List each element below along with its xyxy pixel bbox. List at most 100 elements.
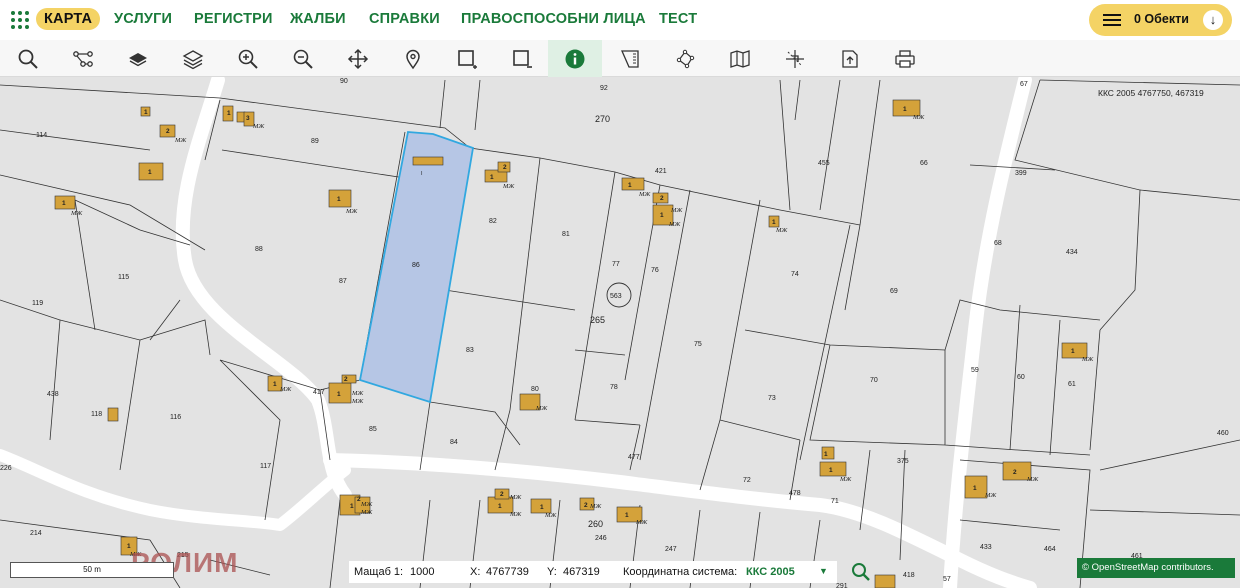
svg-text:2: 2 (1013, 469, 1017, 476)
map-icon (730, 49, 750, 68)
location-button[interactable] (386, 40, 440, 77)
svg-text:1: 1 (62, 200, 66, 207)
print-button[interactable] (878, 40, 932, 77)
svg-text:291: 291 (836, 583, 848, 588)
svg-text:75: 75 (694, 341, 702, 348)
map-attribution[interactable]: © OpenStreetMap contributors. (1077, 558, 1235, 578)
svg-text:81: 81 (562, 231, 570, 238)
svg-text:460: 460 (1217, 430, 1229, 437)
arrow-down-icon[interactable]: ↓ (1203, 10, 1223, 30)
chevron-down-icon[interactable]: ▼ (819, 566, 828, 576)
svg-text:464: 464 (1044, 546, 1056, 553)
svg-text:1: 1 (973, 485, 977, 492)
pan-button[interactable] (331, 40, 385, 77)
apps-grid-icon[interactable] (9, 9, 31, 31)
svg-text:60: 60 (1017, 374, 1025, 381)
nav-services[interactable]: УСЛУГИ (114, 11, 172, 27)
rectangle-add-button[interactable] (440, 40, 494, 77)
svg-text:1: 1 (1071, 348, 1075, 355)
nav-map[interactable]: КАРТА (36, 8, 101, 30)
svg-text:1: 1 (625, 512, 629, 519)
svg-text:МЖ: МЖ (509, 494, 522, 501)
svg-text:МЖ: МЖ (775, 227, 788, 234)
svg-text:2: 2 (344, 376, 348, 383)
svg-text:76: 76 (651, 267, 659, 274)
scale-value[interactable]: 1000 (410, 566, 434, 578)
print-icon (895, 49, 915, 68)
coordinate-button[interactable] (768, 40, 822, 77)
svg-text:71: 71 (831, 498, 839, 505)
layers-tool-button[interactable] (166, 40, 220, 77)
svg-text:МЖ: МЖ (345, 208, 358, 215)
nav-test[interactable]: ТЕСТ (659, 11, 697, 27)
svg-text:246: 246 (595, 535, 607, 542)
zoom-out-button[interactable] (276, 40, 330, 77)
svg-text:3: 3 (246, 115, 250, 122)
map-search-button[interactable] (851, 562, 871, 582)
objects-button[interactable]: 0 Обекти ↓ (1089, 4, 1232, 36)
route-tool-button[interactable] (56, 40, 110, 77)
svg-text:477: 477 (628, 454, 640, 461)
svg-text:1: 1 (903, 106, 907, 113)
measure-button[interactable] (603, 40, 657, 77)
rectangle-remove-button[interactable] (495, 40, 549, 77)
map-button[interactable] (713, 40, 767, 77)
svg-text:2: 2 (166, 128, 170, 135)
svg-text:88: 88 (255, 246, 263, 253)
x-label: X: (470, 566, 481, 578)
nav-complaints[interactable]: ЖАЛБИ (290, 11, 346, 27)
nav-registers[interactable]: РЕГИСТРИ (194, 11, 273, 27)
svg-text:МЖ: МЖ (360, 501, 373, 508)
zoom-in-icon (238, 49, 258, 69)
svg-text:1: 1 (350, 503, 354, 510)
svg-text:МЖ: МЖ (252, 123, 265, 130)
nav-licensed-persons[interactable]: ПРАВОСПОСОБНИ ЛИЦА (461, 11, 646, 27)
map-toolbar (0, 40, 1240, 77)
export-button[interactable] (823, 40, 877, 77)
svg-text:1: 1 (490, 174, 494, 181)
x-value: 4767739 (486, 566, 529, 578)
svg-text:МЖ: МЖ (984, 492, 997, 499)
svg-text:69: 69 (890, 288, 898, 295)
svg-text:117: 117 (260, 463, 271, 470)
coordinate-icon (786, 49, 804, 68)
layer-tool-button[interactable] (111, 40, 165, 77)
nav-references[interactable]: СПРАВКИ (369, 11, 440, 27)
svg-text:1: 1 (660, 212, 664, 219)
svg-text:57: 57 (943, 576, 951, 583)
layers-icon (182, 49, 204, 69)
zoom-in-button[interactable] (221, 40, 275, 77)
svg-text:2: 2 (584, 502, 588, 509)
scale-bar: 50 m (10, 562, 174, 578)
crs-readout: ККС 2005 4767750, 467319 (1098, 88, 1204, 98)
info-button[interactable] (548, 40, 602, 77)
svg-text:МЖ: МЖ (70, 210, 83, 217)
svg-text:85: 85 (369, 426, 377, 433)
svg-text:МЖ: МЖ (174, 137, 187, 144)
polygon-icon (676, 49, 695, 68)
svg-text:87: 87 (339, 278, 347, 285)
info-icon (565, 49, 585, 68)
svg-text:68: 68 (994, 240, 1002, 247)
objects-count-label: 0 Обекти (1134, 12, 1189, 26)
crs-select[interactable]: ККС 2005 (746, 566, 795, 578)
polygon-button[interactable] (658, 40, 712, 77)
svg-text:МЖ: МЖ (509, 511, 522, 518)
svg-text:МЖ: МЖ (839, 476, 852, 483)
svg-text:226: 226 (0, 465, 12, 472)
svg-text:1: 1 (337, 196, 341, 203)
svg-text:МЖ: МЖ (502, 183, 515, 190)
svg-text:1: 1 (227, 110, 231, 117)
map-canvas[interactable]: МЖМЖМЖ МЖМЖМЖ МЖМЖМЖ МЖМЖМЖ МЖМЖМЖ МЖМЖМ… (0, 77, 1240, 588)
svg-text:73: 73 (768, 395, 776, 402)
cadastral-map[interactable]: МЖ МЖ МЖ МЖ МЖ МЖ МЖ МЖ МЖ МЖ МЖ МЖ МЖ МЖ МЖ МЖ МЖ М… (0, 77, 1240, 588)
building-marks: МЖМЖМЖ МЖМЖМЖ МЖМЖМЖ МЖМЖМЖ МЖМЖМЖ МЖМЖМ… (70, 114, 1094, 558)
svg-text:МЖ: МЖ (638, 191, 651, 198)
svg-text:2: 2 (500, 491, 504, 498)
search-tool-button[interactable] (1, 40, 55, 77)
svg-text:114: 114 (36, 132, 47, 139)
search-icon (18, 49, 38, 69)
svg-text:МЖ: МЖ (360, 509, 373, 516)
export-icon (842, 49, 858, 68)
svg-text:399: 399 (1015, 170, 1027, 177)
